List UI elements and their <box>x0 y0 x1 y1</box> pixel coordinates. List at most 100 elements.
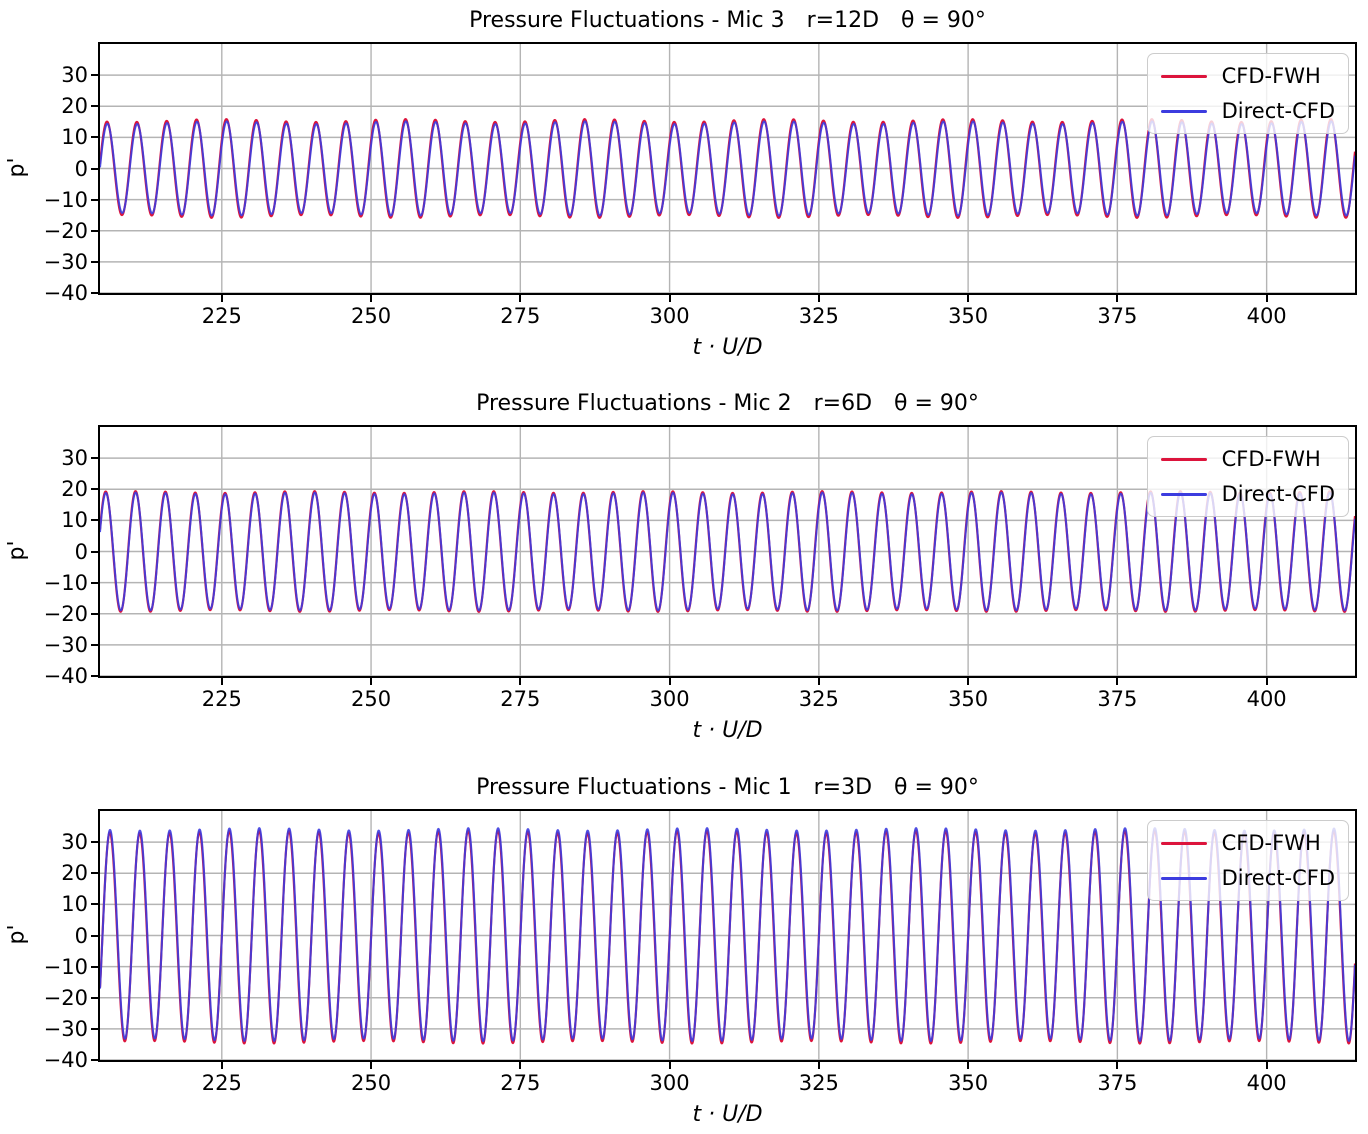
y-axis-label-mic1: p' <box>5 919 30 949</box>
x-tick-label: 350 <box>923 687 1013 712</box>
legend-line-direct-cfd <box>1161 493 1207 496</box>
y-tick-label: 10 <box>18 507 88 533</box>
y-tickmark <box>91 903 98 905</box>
y-tick-label: 30 <box>18 62 88 88</box>
y-tick-label: 20 <box>18 93 88 119</box>
x-tick-label: 375 <box>1072 304 1162 329</box>
x-tickmark <box>1266 1062 1268 1069</box>
x-axis-label-mic1: t · U/D <box>100 1102 1355 1127</box>
legend-line-direct-cfd <box>1161 110 1207 113</box>
x-tickmark <box>967 295 969 302</box>
legend-label: CFD-FWH <box>1222 64 1321 88</box>
x-tick-label: 375 <box>1072 687 1162 712</box>
x-tick-label: 400 <box>1222 304 1312 329</box>
y-axis-label-mic3: p' <box>5 152 30 182</box>
plot-title-mic1: Pressure Fluctuations - Mic 1 r=3D θ = 9… <box>100 775 1355 800</box>
x-tick-label: 400 <box>1222 687 1312 712</box>
x-tick-label: 275 <box>475 304 565 329</box>
y-tickmark <box>91 935 98 937</box>
y-tick-label: −10 <box>18 570 88 596</box>
x-axis-label-mic2: t · U/D <box>100 718 1355 743</box>
y-tickmark <box>91 168 98 170</box>
y-tickmark <box>91 582 98 584</box>
y-tickmark <box>91 872 98 874</box>
x-tick-label: 275 <box>475 1071 565 1096</box>
y-tickmark <box>91 105 98 107</box>
legend-row: CFD-FWH <box>1161 444 1335 474</box>
y-tick-label: −10 <box>18 954 88 980</box>
x-tickmark <box>1266 295 1268 302</box>
y-tick-label: 10 <box>18 891 88 917</box>
legend-row: Direct-CFD <box>1161 863 1335 893</box>
x-tick-label: 375 <box>1072 1071 1162 1096</box>
x-tickmark <box>818 295 820 302</box>
x-tickmark <box>669 295 671 302</box>
legend-mic3: CFD-FWH Direct-CFD <box>1147 53 1349 134</box>
y-tick-label: −20 <box>18 218 88 244</box>
y-tick-label: 20 <box>18 476 88 502</box>
plot-title-mic3: Pressure Fluctuations - Mic 3 r=12D θ = … <box>100 8 1355 33</box>
x-tick-label: 325 <box>774 687 864 712</box>
y-axis-label-mic2: p' <box>5 535 30 565</box>
y-tickmark <box>91 1028 98 1030</box>
x-tick-label: 225 <box>177 304 267 329</box>
x-tick-label: 325 <box>774 1071 864 1096</box>
legend-row: CFD-FWH <box>1161 61 1335 91</box>
figure: Pressure Fluctuations - Mic 3 r=12D θ = … <box>0 0 1368 1134</box>
y-tickmark <box>91 488 98 490</box>
y-tickmark <box>91 613 98 615</box>
y-tick-label: 30 <box>18 445 88 471</box>
y-tickmark <box>91 457 98 459</box>
x-tick-label: 250 <box>326 304 416 329</box>
x-tick-label: 275 <box>475 687 565 712</box>
x-tickmark <box>370 678 372 685</box>
y-tickmark <box>91 841 98 843</box>
y-tickmark <box>91 230 98 232</box>
x-tickmark <box>370 295 372 302</box>
y-tickmark <box>91 1059 98 1061</box>
y-tick-label: −40 <box>18 280 88 306</box>
x-tick-label: 350 <box>923 1071 1013 1096</box>
legend-line-cfd-fwh <box>1161 458 1207 461</box>
y-tick-label: 20 <box>18 860 88 886</box>
x-tick-label: 400 <box>1222 1071 1312 1096</box>
y-tick-label: −40 <box>18 663 88 689</box>
legend-label: CFD-FWH <box>1222 831 1321 855</box>
legend-line-cfd-fwh <box>1161 75 1207 78</box>
x-tickmark <box>1116 295 1118 302</box>
plot-title-mic2: Pressure Fluctuations - Mic 2 r=6D θ = 9… <box>100 391 1355 416</box>
legend-row: Direct-CFD <box>1161 479 1335 509</box>
y-tick-label: −10 <box>18 187 88 213</box>
x-tickmark <box>1116 1062 1118 1069</box>
x-tickmark <box>967 678 969 685</box>
y-tick-label: −40 <box>18 1047 88 1073</box>
y-tick-label: −20 <box>18 985 88 1011</box>
x-tick-label: 225 <box>177 1071 267 1096</box>
y-tick-label: 10 <box>18 124 88 150</box>
legend-line-direct-cfd <box>1161 877 1207 880</box>
y-tick-label: −30 <box>18 249 88 275</box>
y-tickmark <box>91 644 98 646</box>
x-tickmark <box>818 678 820 685</box>
y-tickmark <box>91 74 98 76</box>
x-tickmark <box>818 1062 820 1069</box>
y-tick-label: −30 <box>18 1016 88 1042</box>
x-tickmark <box>1116 678 1118 685</box>
x-tick-label: 300 <box>625 304 715 329</box>
y-tickmark <box>91 136 98 138</box>
x-tick-label: 250 <box>326 687 416 712</box>
legend-row: CFD-FWH <box>1161 828 1335 858</box>
legend-label: Direct-CFD <box>1222 482 1335 506</box>
legend-row: Direct-CFD <box>1161 96 1335 126</box>
legend-label: Direct-CFD <box>1222 866 1335 890</box>
y-tickmark <box>91 519 98 521</box>
x-tickmark <box>519 678 521 685</box>
x-tick-label: 250 <box>326 1071 416 1096</box>
x-tickmark <box>221 1062 223 1069</box>
y-tickmark <box>91 997 98 999</box>
legend-mic2: CFD-FWH Direct-CFD <box>1147 436 1349 517</box>
x-tick-label: 325 <box>774 304 864 329</box>
y-tickmark <box>91 292 98 294</box>
y-tick-label: −20 <box>18 601 88 627</box>
x-tickmark <box>669 678 671 685</box>
